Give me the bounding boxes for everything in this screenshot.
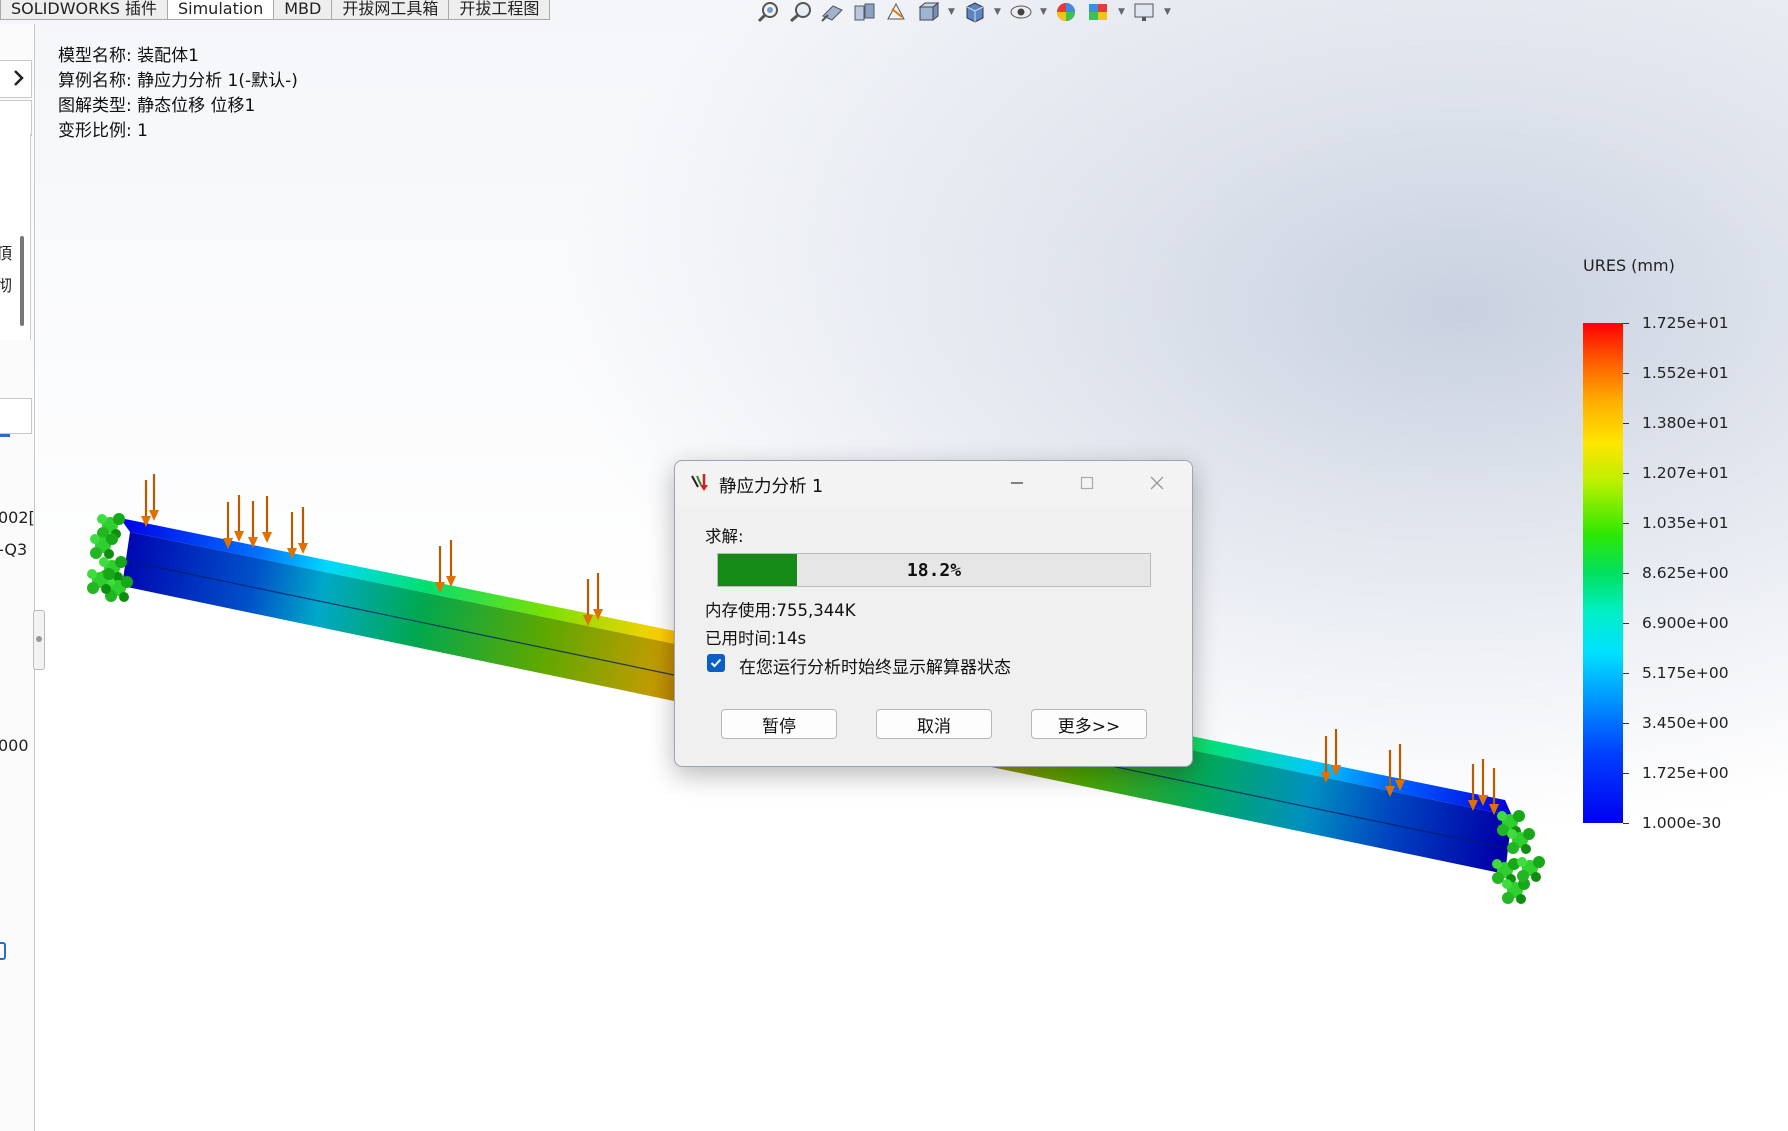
legend-label: 6.900e+00 bbox=[1623, 614, 1729, 632]
simulation-app-icon bbox=[689, 472, 711, 498]
progress-percent: 18.2% bbox=[906, 559, 962, 581]
legend-label: 1.725e+01 bbox=[1623, 314, 1729, 332]
solver-status-dialog: 静应力分析 1 求解: 18.2% 内存使用:755,344K 已用时间:14s… bbox=[674, 460, 1193, 767]
minimize-icon[interactable] bbox=[1002, 471, 1032, 495]
legend-label: 1.000e-30 bbox=[1623, 814, 1721, 832]
dialog-title: 静应力分析 1 bbox=[719, 477, 824, 497]
legend-color-bar bbox=[1583, 323, 1623, 823]
legend-label: 1.035e+01 bbox=[1623, 514, 1729, 532]
legend-label: 1.552e+01 bbox=[1623, 364, 1729, 382]
legend-title: URES (mm) bbox=[1583, 256, 1675, 275]
legend-label: 1.380e+01 bbox=[1623, 414, 1729, 432]
legend-label: 1.725e+00 bbox=[1623, 764, 1729, 782]
always-show-status-label[interactable]: 在您运行分析时始终显示解算器状态 bbox=[739, 653, 1011, 678]
elapsed-time: 已用时间:14s bbox=[705, 629, 807, 648]
legend-label: 1.207e+01 bbox=[1623, 464, 1729, 482]
cancel-button[interactable]: 取消 bbox=[876, 709, 992, 739]
legend-label: 5.175e+00 bbox=[1623, 664, 1729, 682]
legend-labels: 1.725e+01 1.552e+01 1.380e+01 1.207e+01 … bbox=[1623, 314, 1743, 835]
more-button[interactable]: 更多>> bbox=[1031, 709, 1147, 739]
always-show-status-checkbox[interactable] bbox=[707, 654, 725, 672]
solve-label: 求解: bbox=[705, 527, 744, 546]
memory-usage: 内存使用:755,344K bbox=[705, 601, 856, 620]
maximize-icon bbox=[1072, 471, 1102, 495]
legend-label: 8.625e+00 bbox=[1623, 564, 1729, 582]
close-icon[interactable] bbox=[1142, 471, 1172, 495]
pause-button[interactable]: 暂停 bbox=[721, 709, 837, 739]
legend-label: 3.450e+00 bbox=[1623, 714, 1729, 732]
solve-progress-bar: 18.2% bbox=[717, 553, 1151, 587]
